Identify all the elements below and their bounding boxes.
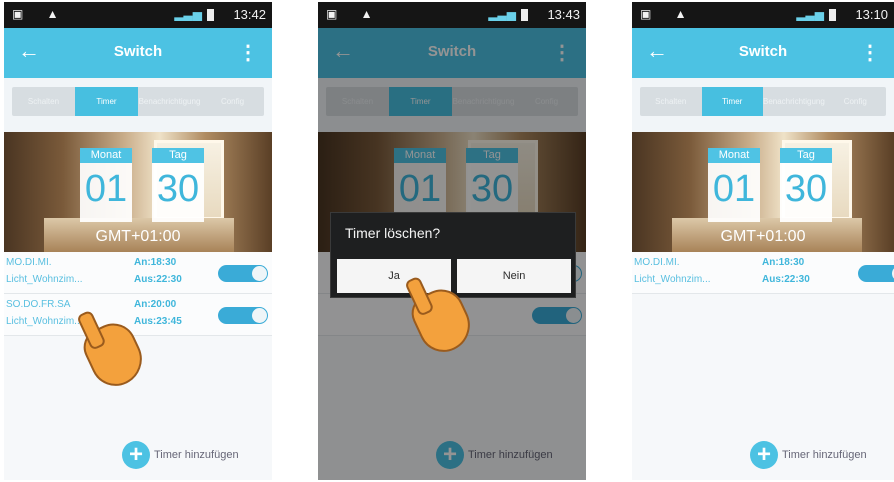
day-value: 30	[156, 168, 200, 210]
timer-row[interactable]: SO.DO.FR.SA Licht_Wohnzim... An:20:00 Au…	[4, 294, 272, 336]
timer-row[interactable]: MO.DI.MI. Licht_Wohnzim... An:18:30 Aus:…	[4, 252, 272, 294]
toggle-knob	[252, 266, 267, 281]
tab-timer[interactable]: Timer	[701, 87, 763, 116]
timer-on-time: An:18:30	[134, 257, 177, 268]
toggle-knob	[252, 308, 267, 323]
timer-off-time: Aus:23:45	[134, 316, 182, 327]
notification-icons: ▣ ▲	[640, 7, 697, 21]
timer-days: MO.DI.MI.	[6, 257, 52, 268]
app-bar: ← Switch ⋮	[4, 28, 272, 78]
tab-bar: Schalten Timer Benachrichtigung Config	[640, 87, 886, 116]
month-value: 01	[712, 168, 756, 210]
confirm-button[interactable]: Ja	[337, 259, 451, 293]
month-label: Monat	[80, 148, 132, 163]
date-hero: Monat 01 Tag 30 GMT+01:00	[4, 132, 272, 252]
overflow-menu-icon[interactable]: ⋮	[238, 40, 258, 65]
clock: 13:42	[233, 7, 266, 22]
phone-screen-3: ▣ ▲ ▂▃▅ 13:10 ← Switch ⋮ Schalten Timer …	[632, 2, 894, 480]
add-timer-bar[interactable]: + Timer hinzufügen	[632, 436, 894, 480]
month-box: Monat 01	[80, 148, 132, 222]
tab-schalten[interactable]: Schalten	[640, 87, 702, 116]
add-timer-label[interactable]: Timer hinzufügen	[782, 449, 867, 461]
timer-name: Licht_Wohnzim...	[6, 316, 83, 327]
day-label: Tag	[780, 148, 832, 163]
timer-on-time: An:18:30	[762, 257, 805, 268]
month-value: 01	[84, 168, 128, 210]
timer-row[interactable]: MO.DI.MI. Licht_Wohnzim... An:18:30 Aus:…	[632, 252, 894, 294]
timezone-label: GMT+01:00	[95, 228, 181, 245]
timer-name: Licht_Wohnzim...	[634, 274, 711, 285]
add-timer-label[interactable]: Timer hinzufügen	[154, 449, 239, 461]
timer-toggle[interactable]	[218, 307, 268, 324]
month-label: Monat	[708, 148, 760, 163]
date-hero: Monat 01 Tag 30 GMT+01:00	[632, 132, 894, 252]
status-bar: ▣ ▲ ▂▃▅ 13:10	[632, 2, 894, 28]
notification-icons: ▣ ▲	[326, 7, 383, 21]
phone-screen-1: ▣ ▲ ▂▃▅ 13:42 ← Switch ⋮ Schalten Timer …	[4, 2, 272, 480]
tab-benachrichtigung[interactable]: Benachrichtigung	[763, 87, 825, 116]
tab-config[interactable]: Config	[201, 87, 264, 116]
plus-icon[interactable]: +	[750, 441, 778, 469]
tab-schalten[interactable]: Schalten	[12, 87, 75, 116]
day-label: Tag	[152, 148, 204, 163]
tab-benachrichtigung[interactable]: Benachrichtigung	[138, 87, 201, 116]
dialog-title: Timer löschen?	[345, 225, 441, 241]
delete-timer-dialog: Timer löschen? Ja Nein	[330, 212, 576, 298]
battery-icon	[207, 9, 214, 21]
battery-icon	[521, 9, 528, 21]
tab-bar-wrap: Schalten Timer Benachrichtigung Config	[632, 78, 894, 132]
day-value: 30	[784, 168, 828, 210]
tab-bar-wrap: Schalten Timer Benachrichtigung Config	[4, 78, 272, 132]
notification-icons: ▣ ▲	[12, 7, 69, 21]
status-bar: ▣ ▲ ▂▃▅ 13:42	[4, 2, 272, 28]
timer-name: Licht_Wohnzim...	[6, 274, 83, 285]
tab-config[interactable]: Config	[825, 87, 887, 116]
timer-off-time: Aus:22:30	[134, 274, 182, 285]
timer-toggle[interactable]	[858, 265, 894, 282]
signal-icon: ▂▃▅	[796, 7, 824, 21]
timer-on-time: An:20:00	[134, 299, 177, 310]
clock: 13:10	[855, 7, 888, 22]
day-box: Tag 30	[152, 148, 204, 222]
app-bar: ← Switch ⋮	[632, 28, 894, 78]
clock: 13:43	[547, 7, 580, 22]
cancel-button[interactable]: Nein	[457, 259, 571, 293]
status-bar: ▣ ▲ ▂▃▅ 13:43	[318, 2, 586, 28]
signal-icon: ▂▃▅	[488, 7, 516, 21]
phone-screen-2: ▣ ▲ ▂▃▅ 13:43 ← Switch ⋮ Schalten Timer …	[318, 2, 586, 480]
tab-bar: Schalten Timer Benachrichtigung Config	[12, 87, 264, 116]
signal-icon: ▂▃▅	[174, 7, 202, 21]
timer-days: SO.DO.FR.SA	[6, 299, 71, 310]
timer-days: MO.DI.MI.	[634, 257, 680, 268]
month-box: Monat 01	[708, 148, 760, 222]
overflow-menu-icon[interactable]: ⋮	[860, 40, 880, 65]
tab-timer[interactable]: Timer	[75, 87, 138, 116]
page-title: Switch	[738, 43, 788, 60]
timer-off-time: Aus:22:30	[762, 274, 810, 285]
battery-icon	[829, 9, 836, 21]
page-title: Switch	[113, 43, 163, 60]
timezone-label: GMT+01:00	[720, 228, 806, 245]
add-timer-bar[interactable]: + Timer hinzufügen	[4, 436, 272, 480]
day-box: Tag 30	[780, 148, 832, 222]
timer-toggle[interactable]	[218, 265, 268, 282]
plus-icon[interactable]: +	[122, 441, 150, 469]
